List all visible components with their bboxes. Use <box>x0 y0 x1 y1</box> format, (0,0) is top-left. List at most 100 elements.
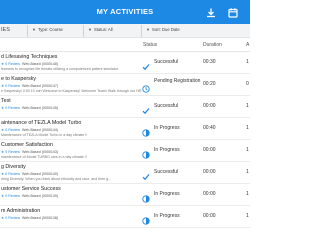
duration-value: 00:40 <box>203 125 216 131</box>
activity-name[interactable]: Test <box>1 98 11 104</box>
activity-description: learners to recognize life threats utili… <box>1 67 119 71</box>
filter-divider <box>83 25 84 37</box>
action-value: 1 <box>246 59 249 65</box>
action-value: 1 <box>246 169 249 175</box>
activity-type: Web-Based (0000145) <box>22 105 59 110</box>
filter-divider <box>141 25 142 37</box>
action-value: 1 <box>246 213 249 219</box>
star-icon: ★ <box>1 61 5 66</box>
activity-description: e Kaspersky! 0:00 10 min Welcome to Kasp… <box>1 89 142 93</box>
review-link[interactable]: 0 Review <box>5 172 20 176</box>
action-column-header: A <box>246 42 250 48</box>
activity-meta: ★ 0 Review Web-Based (0000138) <box>1 216 58 220</box>
action-value: 1 <box>246 103 249 109</box>
status-text: In Progress <box>154 125 180 131</box>
chevron-down-icon: ▼ <box>88 27 92 32</box>
activity-type: Web-Based (0000138) <box>22 215 59 220</box>
star-icon: ★ <box>1 149 5 154</box>
type-filter-label: Type: Course <box>37 27 63 32</box>
activity-meta: ★ 0 Review Web-Based (0000140) <box>1 172 58 176</box>
duration-value: 00:00 <box>203 103 216 109</box>
table-header: Status Duration A <box>0 38 250 52</box>
activity-name[interactable]: m Administration <box>1 208 40 214</box>
download-icon[interactable] <box>205 6 217 18</box>
action-value: 1 <box>246 125 249 131</box>
status-text: Pending Registration <box>154 78 201 84</box>
review-link[interactable]: 0 Review <box>5 194 20 198</box>
filter-bar: IES ▼ Type: Course ▼ Status: All ▼ Sort:… <box>0 24 250 38</box>
table-row[interactable]: Test ★ 0 Review Web-Based (0000145) Succe… <box>0 97 250 118</box>
activity-type: Web-Based (0000139) <box>22 193 59 198</box>
in-progress-icon <box>142 146 150 159</box>
status-text: In Progress <box>154 191 180 197</box>
review-link[interactable]: 0 Review <box>5 62 20 66</box>
review-link[interactable]: 0 Review <box>5 150 20 154</box>
status-text: Successful <box>154 103 179 109</box>
activity-description: maintenance of Model TURBO cars in a day… <box>1 155 87 159</box>
activity-name[interactable]: d Lifesaving Techniques <box>1 54 57 60</box>
table-row[interactable]: g Diversity ★ 0 Review Web-Based (0000140… <box>0 163 250 184</box>
star-icon: ★ <box>1 105 5 110</box>
action-value: 1 <box>246 191 249 197</box>
activity-name[interactable]: e to Kaspersky <box>1 76 36 82</box>
chevron-down-icon: ▼ <box>32 27 36 32</box>
star-icon: ★ <box>1 127 5 132</box>
check-icon <box>142 102 150 115</box>
activity-name[interactable]: Customer Satisfaction <box>1 142 53 148</box>
star-icon: ★ <box>1 83 5 88</box>
section-label: IES <box>1 27 10 33</box>
duration-value: 00:20 <box>203 81 216 87</box>
review-link[interactable]: 0 Review <box>5 84 20 88</box>
clock-icon <box>142 80 150 93</box>
duration-value: 00:30 <box>203 59 216 65</box>
activity-name[interactable]: ustomer Service Success <box>1 186 61 192</box>
review-link[interactable]: 0 Review <box>5 216 20 220</box>
table-row[interactable]: aintenance of TEZLA Model Turbo ★ 0 Revi… <box>0 119 250 140</box>
table-row[interactable]: Customer Satisfaction ★ 0 Review Web-Base… <box>0 141 250 162</box>
status-text: Successful <box>154 59 179 65</box>
duration-value: 00:00 <box>203 213 216 219</box>
duration-value: 00:00 <box>203 191 216 197</box>
activity-meta: ★ 0 Review Web-Based (0000147) <box>1 84 58 88</box>
filter-divider <box>27 25 28 37</box>
review-link[interactable]: 0 Review <box>5 106 20 110</box>
duration-column-header[interactable]: Duration <box>203 42 222 48</box>
table-row[interactable]: m Administration ★ 0 Review Web-Based (00… <box>0 207 250 228</box>
activity-type: Web-Based (0000144) <box>22 127 59 132</box>
duration-value: 00:00 <box>203 147 216 153</box>
activity-meta: ★ 0 Review Web-Based (0000144) <box>1 128 58 132</box>
chevron-down-icon: ▼ <box>146 27 150 32</box>
duration-value: 00:00 <box>203 169 216 175</box>
activity-meta: ★ 0 Review Web-Based (0000139) <box>1 194 58 198</box>
table-row[interactable]: d Lifesaving Techniques ★ 0 Review Web-Ba… <box>0 53 250 74</box>
action-value: 0 <box>246 81 249 87</box>
activity-meta: ★ 0 Review Web-Based (0000145) <box>1 106 58 110</box>
status-filter-label: Status: All <box>93 27 113 32</box>
activity-type: Web-Based (0000140) <box>22 171 59 176</box>
check-icon <box>142 58 150 71</box>
calendar-icon[interactable] <box>227 6 239 18</box>
activity-name[interactable]: aintenance of TEZLA Model Turbo <box>1 120 81 126</box>
table-row[interactable]: e to Kaspersky ★ 0 Review Web-Based (0000… <box>0 75 250 96</box>
sort-filter-label: Sort: Due Date <box>151 27 180 32</box>
star-icon: ★ <box>1 193 5 198</box>
action-value: 1 <box>246 147 249 153</box>
in-progress-icon <box>142 212 150 225</box>
top-app-bar: MY ACTIVITIES <box>0 0 250 24</box>
activity-meta: ★ 0 Review Web-Based (0000148) <box>1 62 58 66</box>
status-text: In Progress <box>154 213 180 219</box>
star-icon: ★ <box>1 171 5 176</box>
in-progress-icon <box>142 124 150 137</box>
table-row[interactable]: ustomer Service Success ★ 0 Review Web-Ba… <box>0 185 250 206</box>
activity-meta: ★ 0 Review Web-Based (0000143) <box>1 150 58 154</box>
activity-description: Maintenance of TEZLA Model Turbo in a da… <box>1 133 88 137</box>
activity-description: rking Diversity. When you think about et… <box>1 177 112 181</box>
check-icon <box>142 168 150 181</box>
review-link[interactable]: 0 Review <box>5 128 20 132</box>
activity-name[interactable]: g Diversity <box>1 164 26 170</box>
sort-filter[interactable]: ▼ Sort: Due Date <box>141 25 180 37</box>
status-column-header[interactable]: Status <box>143 42 157 48</box>
status-text: Successful <box>154 169 179 175</box>
type-filter[interactable]: ▼ Type: Course <box>27 25 63 37</box>
status-filter[interactable]: ▼ Status: All <box>83 25 113 37</box>
